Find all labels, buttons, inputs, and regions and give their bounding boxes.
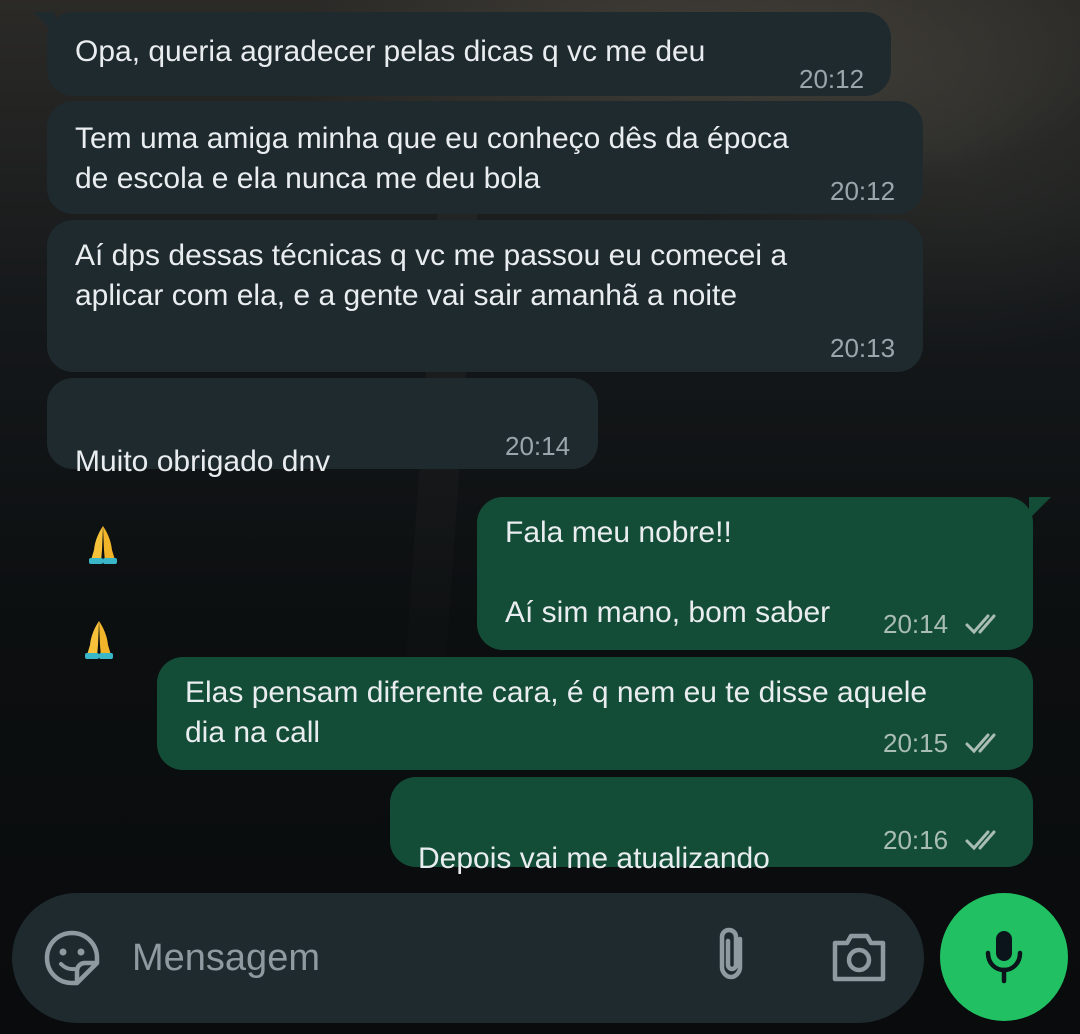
read-receipt-icon (965, 614, 996, 635)
message-text-content: Depois vai me atualizando (418, 842, 770, 875)
message-text: Opa, queria agradecer pelas dicas q vc m… (75, 35, 706, 68)
message-bubble-outgoing[interactable]: Elas pensam diferente cara, é q nem eu t… (157, 657, 1033, 770)
message-input[interactable]: Mensagem (132, 935, 320, 981)
message-bubble-outgoing[interactable]: Fala meu nobre!! Aí sim mano, bom saber … (477, 497, 1051, 650)
message-text: Tem uma amiga minha que eu conheço dês d… (75, 122, 789, 195)
message-bubble-incoming[interactable]: Muito obrigado dnv 20:14 (47, 378, 598, 659)
message-text: Muito obrigado dnv (75, 402, 330, 672)
mic-button[interactable] (940, 893, 1068, 1021)
message-text: Aí dps dessas técnicas q vc me passou eu… (75, 239, 788, 312)
camera-icon[interactable] (829, 931, 889, 985)
message-time: 20:14 (505, 431, 571, 461)
bubble-tail (33, 12, 55, 34)
message-bubble-outgoing[interactable]: Depois vai me atualizando 20:16 (390, 777, 1033, 957)
read-receipt-icon (965, 733, 996, 754)
message-time: 20:14 (883, 609, 949, 639)
message-time: 20:16 (883, 825, 949, 855)
message-bubble-incoming[interactable]: Tem uma amiga minha que eu conheço dês d… (47, 101, 923, 214)
message-bubble-incoming[interactable]: Aí dps dessas técnicas q vc me passou eu… (47, 220, 923, 372)
message-composer: Mensagem (12, 893, 924, 1023)
attach-icon[interactable] (712, 927, 752, 987)
message-time: 20:15 (883, 728, 949, 758)
message-bubble-incoming[interactable]: Opa, queria agradecer pelas dicas q vc m… (33, 12, 891, 96)
mic-icon (985, 931, 1023, 984)
message-text: Fala meu nobre!! Aí sim mano, bom saber (505, 516, 831, 629)
message-text-content: Muito obrigado dnv (75, 445, 331, 478)
message-time: 20:12 (830, 176, 896, 206)
bubble-tail (1029, 497, 1051, 519)
folded-hands-emoji (83, 482, 123, 577)
message-time: 20:13 (830, 333, 896, 363)
folded-hands-emoji (79, 577, 119, 672)
read-receipt-icon (965, 830, 996, 851)
sticker-icon[interactable] (43, 929, 101, 987)
message-time: 20:12 (799, 64, 865, 94)
message-text: Elas pensam diferente cara, é q nem eu t… (185, 676, 928, 749)
